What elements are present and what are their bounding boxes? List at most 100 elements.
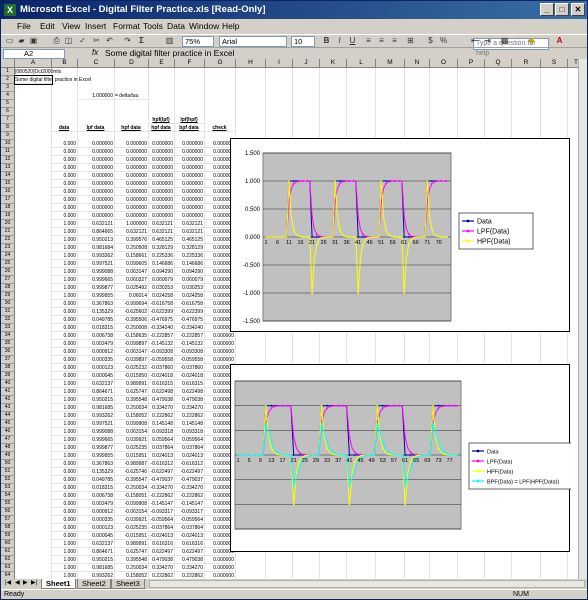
data-cell[interactable]: -0.334240 <box>175 324 205 332</box>
menu-window[interactable]: Window <box>189 21 219 31</box>
data-cell[interactable]: 1.000 <box>52 420 78 428</box>
align-left-icon[interactable]: ≡ <box>363 36 374 46</box>
data-cell[interactable]: 0.000000 <box>78 140 115 148</box>
data-cell[interactable]: 0.616316 <box>149 540 175 548</box>
italic-button[interactable]: I <box>334 36 345 46</box>
data-cell[interactable]: -0.024013 <box>175 532 205 540</box>
data-cell[interactable]: 0.632121 <box>78 220 115 228</box>
data-cell[interactable]: 0.950215 <box>78 396 115 404</box>
row-header[interactable]: 54 <box>1 492 15 500</box>
data-cell[interactable]: 0.000000 <box>78 204 115 212</box>
row-header[interactable]: 3 <box>1 84 15 92</box>
data-cell[interactable]: 0.000 <box>52 348 78 356</box>
data-cell[interactable]: 0.002479 <box>78 500 115 508</box>
cell-b8[interactable]: data <box>52 124 78 132</box>
data-cell[interactable]: 0.000000 <box>205 348 236 356</box>
data-cell[interactable]: 0.000 <box>52 476 78 484</box>
data-cell[interactable]: 0.000000 <box>78 164 115 172</box>
percent-icon[interactable]: % <box>438 36 449 46</box>
formula-input[interactable]: Some digital filter practice in Excel <box>105 48 234 58</box>
data-cell[interactable]: 0.950213 <box>78 236 115 244</box>
data-cell[interactable]: -0.616312 <box>149 460 175 468</box>
data-cell[interactable]: 0.000 <box>52 156 78 164</box>
data-cell[interactable]: 0.632137 <box>78 540 115 548</box>
data-cell[interactable]: 0.000 <box>52 364 78 372</box>
data-cell[interactable]: 0.989991 <box>115 380 149 388</box>
data-cell[interactable]: 0.000335 <box>78 516 115 524</box>
data-cell[interactable]: 1.000 <box>52 268 78 276</box>
data-cell[interactable]: 0.250034 <box>115 404 149 412</box>
column-header[interactable]: E <box>149 59 175 68</box>
data-cell[interactable]: -0.099908 <box>115 500 149 508</box>
data-cell[interactable]: 0.060079 <box>149 276 175 284</box>
data-cell[interactable]: 0.000 <box>52 212 78 220</box>
prev-sheet-icon[interactable]: ◀ <box>15 579 20 586</box>
data-cell[interactable]: 0.616316 <box>175 540 205 548</box>
data-cell[interactable]: 1.000 <box>52 380 78 388</box>
data-cell[interactable]: -0.334270 <box>149 484 175 492</box>
data-cell[interactable]: -0.250008 <box>115 324 149 332</box>
font-select[interactable]: Arial <box>219 36 287 47</box>
data-cell[interactable]: 0.999665 <box>78 276 115 284</box>
data-cell[interactable]: -0.476975 <box>175 316 205 324</box>
data-cell[interactable]: 0.000000 <box>115 148 149 156</box>
data-cell[interactable]: 1.000 <box>52 236 78 244</box>
data-cell[interactable]: 0.093318 <box>175 428 205 436</box>
data-cell[interactable]: 1.000 <box>52 540 78 548</box>
data-cell[interactable]: 0.000 <box>52 188 78 196</box>
row-header[interactable]: 37 <box>1 356 15 364</box>
data-cell[interactable]: 0.999955 <box>78 452 115 460</box>
menu-edit[interactable]: Edit <box>40 21 55 31</box>
row-header[interactable]: 26 <box>1 268 15 276</box>
data-cell[interactable]: 0.000 <box>52 508 78 516</box>
data-cell[interactable]: 0.000000 <box>175 172 205 180</box>
data-cell[interactable]: -0.625602 <box>115 308 149 316</box>
data-cell[interactable]: 0.135329 <box>78 468 115 476</box>
redo-icon[interactable]: ↷ <box>122 36 133 46</box>
row-header[interactable]: 43 <box>1 404 15 412</box>
data-cell[interactable]: 0.000000 <box>205 356 236 364</box>
data-cell[interactable]: 0.000 <box>52 180 78 188</box>
data-cell[interactable]: 0.000123 <box>78 524 115 532</box>
data-cell[interactable]: 0.000000 <box>115 172 149 180</box>
data-cell[interactable]: 0.000000 <box>115 204 149 212</box>
data-cell[interactable]: 0.000 <box>52 500 78 508</box>
data-cell[interactable]: 0.000000 <box>205 332 236 340</box>
currency-icon[interactable]: $ <box>425 36 436 46</box>
data-cell[interactable]: -0.616312 <box>175 460 205 468</box>
data-cell[interactable]: 0.000000 <box>205 556 236 564</box>
borders-icon[interactable]: ▦ <box>499 36 510 46</box>
tab-sheet3[interactable]: Sheet3 <box>111 579 145 589</box>
data-cell[interactable]: -0.024018 <box>149 372 175 380</box>
data-cell[interactable]: -0.625746 <box>115 468 149 476</box>
row-header[interactable]: 19 <box>1 212 15 220</box>
data-cell[interactable]: -0.025232 <box>115 364 149 372</box>
data-cell[interactable]: 0.025235 <box>115 444 149 452</box>
data-cell[interactable]: -0.476975 <box>149 316 175 324</box>
menu-help[interactable]: Help <box>222 21 239 31</box>
data-cell[interactable]: 0.000 <box>52 300 78 308</box>
data-cell[interactable]: 1.000 <box>52 428 78 436</box>
data-cell[interactable]: 0.000000 <box>149 172 175 180</box>
data-cell[interactable]: 0.479038 <box>175 556 205 564</box>
column-header[interactable]: J <box>293 59 320 68</box>
data-cell[interactable]: 0.039921 <box>115 436 149 444</box>
data-cell[interactable]: 0.000 <box>52 140 78 148</box>
align-right-icon[interactable]: ≡ <box>389 36 400 46</box>
data-cell[interactable]: 0.622498 <box>149 388 175 396</box>
data-cell[interactable]: 0.060079 <box>175 276 205 284</box>
data-cell[interactable]: 0.000000 <box>78 212 115 220</box>
column-header[interactable]: I <box>266 59 293 68</box>
data-cell[interactable]: 0.000000 <box>175 140 205 148</box>
data-cell[interactable]: 0.000000 <box>149 164 175 172</box>
data-cell[interactable]: 0.999877 <box>78 444 115 452</box>
chart-wizard-icon[interactable]: ▥ <box>164 36 175 46</box>
new-icon[interactable]: ▭ <box>4 36 15 46</box>
data-cell[interactable]: 0.222862 <box>149 572 175 579</box>
menu-view[interactable]: View <box>62 21 80 31</box>
row-header[interactable]: 30 <box>1 300 15 308</box>
data-cell[interactable]: -0.059564 <box>175 516 205 524</box>
data-cell[interactable]: 0.000000 <box>149 212 175 220</box>
data-cell[interactable]: 0.000 <box>52 340 78 348</box>
column-header[interactable]: A <box>15 59 52 68</box>
